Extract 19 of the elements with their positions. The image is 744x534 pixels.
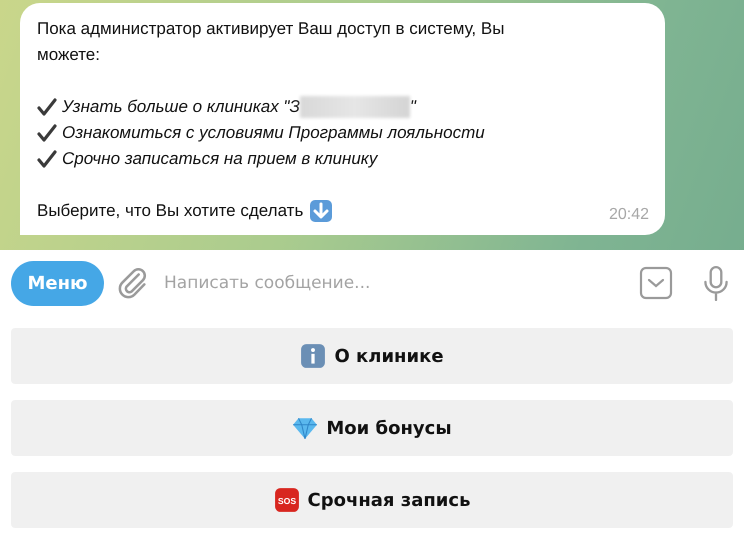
list-item-text: Ознакомиться с условиями Программы лояльности — [62, 123, 485, 143]
list-item-text: Срочно записаться на прием в клинику — [62, 149, 378, 169]
quote-mark: " — [410, 97, 416, 117]
keyboard-button[interactable]: О клинике — [11, 328, 733, 384]
checkmark-icon — [37, 149, 57, 169]
microphone-icon[interactable] — [703, 265, 729, 301]
list-item-text: Узнать больше о клиниках "З — [62, 97, 300, 117]
message-text: Выберите, что Вы хотите сделать — [37, 200, 304, 222]
sos-icon: SOS — [274, 487, 300, 513]
message-text: Пока администратор активирует Ваш доступ в систему, Вы можете: — [37, 18, 506, 66]
keyboard-toggle-icon[interactable] — [639, 266, 673, 300]
keyboard-button[interactable]: SOS Срочная запись — [11, 472, 733, 528]
keyboard-button[interactable]: Мои бонусы — [11, 400, 733, 456]
info-icon — [300, 343, 326, 369]
message-input[interactable]: Написать сообщение... — [162, 262, 639, 304]
message-time: 20:42 — [608, 206, 649, 224]
checkmark-icon — [37, 123, 57, 143]
gem-icon — [292, 415, 318, 441]
checkmark-icon — [37, 97, 57, 117]
